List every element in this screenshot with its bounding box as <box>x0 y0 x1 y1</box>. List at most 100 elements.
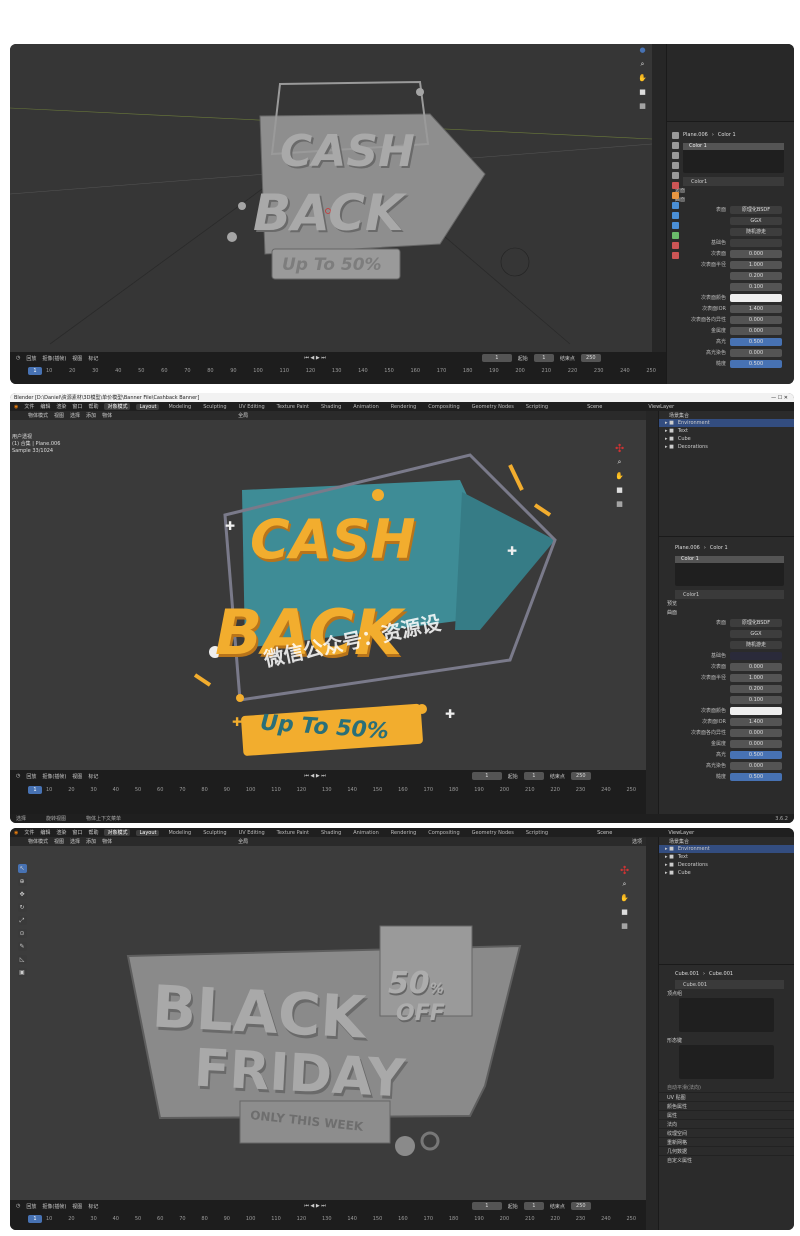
pan-hand-icon[interactable]: ✋ <box>615 472 624 481</box>
zoom-icon[interactable]: ⌕ <box>615 458 624 467</box>
timeline-menu-marker[interactable]: 标记 <box>88 1203 98 1210</box>
timeline-menu-playback[interactable]: 回放 <box>26 773 36 780</box>
prop-value[interactable]: 0.500 <box>730 359 782 368</box>
tab-animation[interactable]: Animation <box>350 404 382 410</box>
play-controls[interactable]: ⏮ ◀ ▶ ⏭ <box>304 773 325 779</box>
camera-icon[interactable]: ■ <box>638 88 647 97</box>
blender-logo-icon[interactable]: ◉ <box>14 404 18 410</box>
timeline-editor-icon[interactable]: ◷ <box>16 1203 20 1209</box>
prop-value[interactable]: 0.000 <box>730 249 782 258</box>
header-menu-select[interactable]: 选择 <box>70 838 80 845</box>
material-slot-list[interactable]: Color 1 <box>675 556 784 586</box>
prop-value[interactable]: 0.500 <box>730 772 782 781</box>
tab-rendering[interactable]: Rendering <box>388 830 420 836</box>
timeline-menu-keying[interactable]: 抠像(插帧) <box>42 773 66 780</box>
outliner-item-decorations[interactable]: ▸ ■ Decorations <box>659 861 794 869</box>
prop-value[interactable]: 0.500 <box>730 750 782 759</box>
surface-shader-field[interactable]: 原理化BSDF <box>730 618 782 627</box>
section-attributes[interactable]: 属性 <box>659 1110 794 1119</box>
tab-texture-paint[interactable]: Texture Paint <box>274 830 312 836</box>
zoom-icon[interactable]: ⌕ <box>638 60 647 69</box>
camera-icon[interactable]: ■ <box>620 908 629 917</box>
axis-z-dot-icon[interactable]: ● <box>638 46 647 55</box>
tab-shading[interactable]: Shading <box>318 830 344 836</box>
prop-value[interactable]: 0.100 <box>730 695 782 704</box>
end-frame-field[interactable]: 250 <box>580 354 601 362</box>
tab-mode[interactable]: 对象模式 <box>104 403 131 410</box>
end-frame-field[interactable]: 250 <box>570 1202 591 1210</box>
subsurface-method-dropdown[interactable]: 随机游走 <box>730 640 782 649</box>
breadcrumb-object[interactable]: Plane.006 <box>683 132 708 138</box>
distribution-dropdown[interactable]: GGX <box>730 216 782 225</box>
transform-orientation-dropdown[interactable]: 全局 <box>238 838 248 845</box>
prop-value[interactable]: 1.000 <box>730 673 782 682</box>
prop-value[interactable]: 0.200 <box>730 271 782 280</box>
outliner-item-cube[interactable]: ▸ ■ Cube <box>659 869 794 877</box>
section-vertex-groups[interactable]: 顶点组 <box>659 989 794 998</box>
blender-logo-icon[interactable]: ◉ <box>14 830 18 836</box>
scene-tab-icon[interactable] <box>671 172 679 179</box>
material-slot[interactable]: Color 1 <box>675 556 784 563</box>
constraints-tab-icon[interactable] <box>671 232 679 239</box>
tab-modeling[interactable]: Modeling <box>165 830 194 836</box>
current-frame-field[interactable]: 1 <box>471 772 502 780</box>
section-custom-properties[interactable]: 自定义属性 <box>659 1155 794 1164</box>
tab-layout[interactable]: Layout <box>136 829 160 836</box>
start-frame-field[interactable]: 1 <box>523 772 544 780</box>
material-field-name[interactable]: Color1 <box>683 592 699 598</box>
current-frame-field[interactable]: 1 <box>471 1202 502 1210</box>
timeline-editor-icon[interactable]: ◷ <box>16 773 20 779</box>
breadcrumb-material[interactable]: Color 1 <box>718 132 736 138</box>
ortho-grid-icon[interactable]: ▦ <box>620 922 629 931</box>
tab-compositing[interactable]: Compositing <box>425 404 462 410</box>
breadcrumb-mesh[interactable]: Cube.001 <box>709 971 733 977</box>
outliner-scene-collection[interactable]: 场景集合 <box>659 837 794 845</box>
menu-help[interactable]: 帮助 <box>88 403 98 410</box>
timeline-menu-marker[interactable]: 标记 <box>88 773 98 780</box>
timeline-menu-keying[interactable]: 抠像(插帧) <box>42 355 66 362</box>
prop-value[interactable]: 0.100 <box>730 282 782 291</box>
mesh-data-field[interactable]: Cube.001 <box>675 980 784 989</box>
prop-value[interactable]: 1.400 <box>730 717 782 726</box>
tab-geometry-nodes[interactable]: Geometry Nodes <box>469 830 517 836</box>
current-frame-indicator[interactable]: 1 <box>28 1215 42 1223</box>
end-frame-field[interactable]: 250 <box>570 772 591 780</box>
surface-shader-field[interactable]: 原理化BSDF <box>730 205 782 214</box>
menu-edit[interactable]: 编辑 <box>40 403 50 410</box>
outliner-item-environment[interactable]: ▸ ■ Environment <box>659 419 794 427</box>
tool-tab-icon[interactable] <box>671 132 679 139</box>
header-menu-object[interactable]: 物体 <box>102 838 112 845</box>
autosmooth-checkbox[interactable]: 自动平滑(法向) <box>659 1083 794 1092</box>
particles-tab-icon[interactable] <box>671 212 679 219</box>
zoom-icon[interactable]: ⌕ <box>620 880 629 889</box>
tab-modeling[interactable]: Modeling <box>165 404 194 410</box>
scene-selector[interactable]: Scene <box>597 830 612 836</box>
menu-render[interactable]: 渲染 <box>56 829 66 836</box>
section-color-attributes[interactable]: 颜色属性 <box>659 1101 794 1110</box>
prop-value[interactable]: 0.000 <box>730 326 782 335</box>
object-mode-dropdown[interactable]: 物体模式 <box>28 412 48 419</box>
outliner-item-cube[interactable]: ▸ ■ Cube <box>659 435 794 443</box>
section-surface[interactable]: 曲面 <box>667 195 794 204</box>
start-frame-field[interactable]: 1 <box>533 354 554 362</box>
prop-value[interactable]: 1.000 <box>730 260 782 269</box>
section-remesh[interactable]: 重新网格 <box>659 1137 794 1146</box>
prop-value[interactable]: 0.000 <box>730 662 782 671</box>
tab-texture-paint[interactable]: Texture Paint <box>274 404 312 410</box>
current-frame-field[interactable]: 1 <box>481 354 512 362</box>
section-normals[interactable]: 法向 <box>659 1119 794 1128</box>
pan-hand-icon[interactable]: ✋ <box>620 894 629 903</box>
breadcrumb-object[interactable]: Cube.001 <box>675 971 699 977</box>
camera-icon[interactable]: ■ <box>615 486 624 495</box>
object-mode-dropdown[interactable]: 物体模式 <box>28 838 48 845</box>
menu-window[interactable]: 窗口 <box>72 403 82 410</box>
tab-shading[interactable]: Shading <box>318 404 344 410</box>
vertex-groups-list[interactable] <box>679 998 774 1032</box>
prop-value[interactable]: 0.000 <box>730 739 782 748</box>
3d-viewport[interactable]: 用户透视 (1) 合集 | Plane.006 Sample 33/1024 ✚… <box>10 420 646 770</box>
tab-uv-editing[interactable]: UV Editing <box>236 404 268 410</box>
subsurface-color-field[interactable] <box>730 706 782 715</box>
menu-window[interactable]: 窗口 <box>72 829 82 836</box>
tab-sculpting[interactable]: Sculpting <box>200 404 229 410</box>
view-layer-selector[interactable]: ViewLayer <box>668 830 694 836</box>
